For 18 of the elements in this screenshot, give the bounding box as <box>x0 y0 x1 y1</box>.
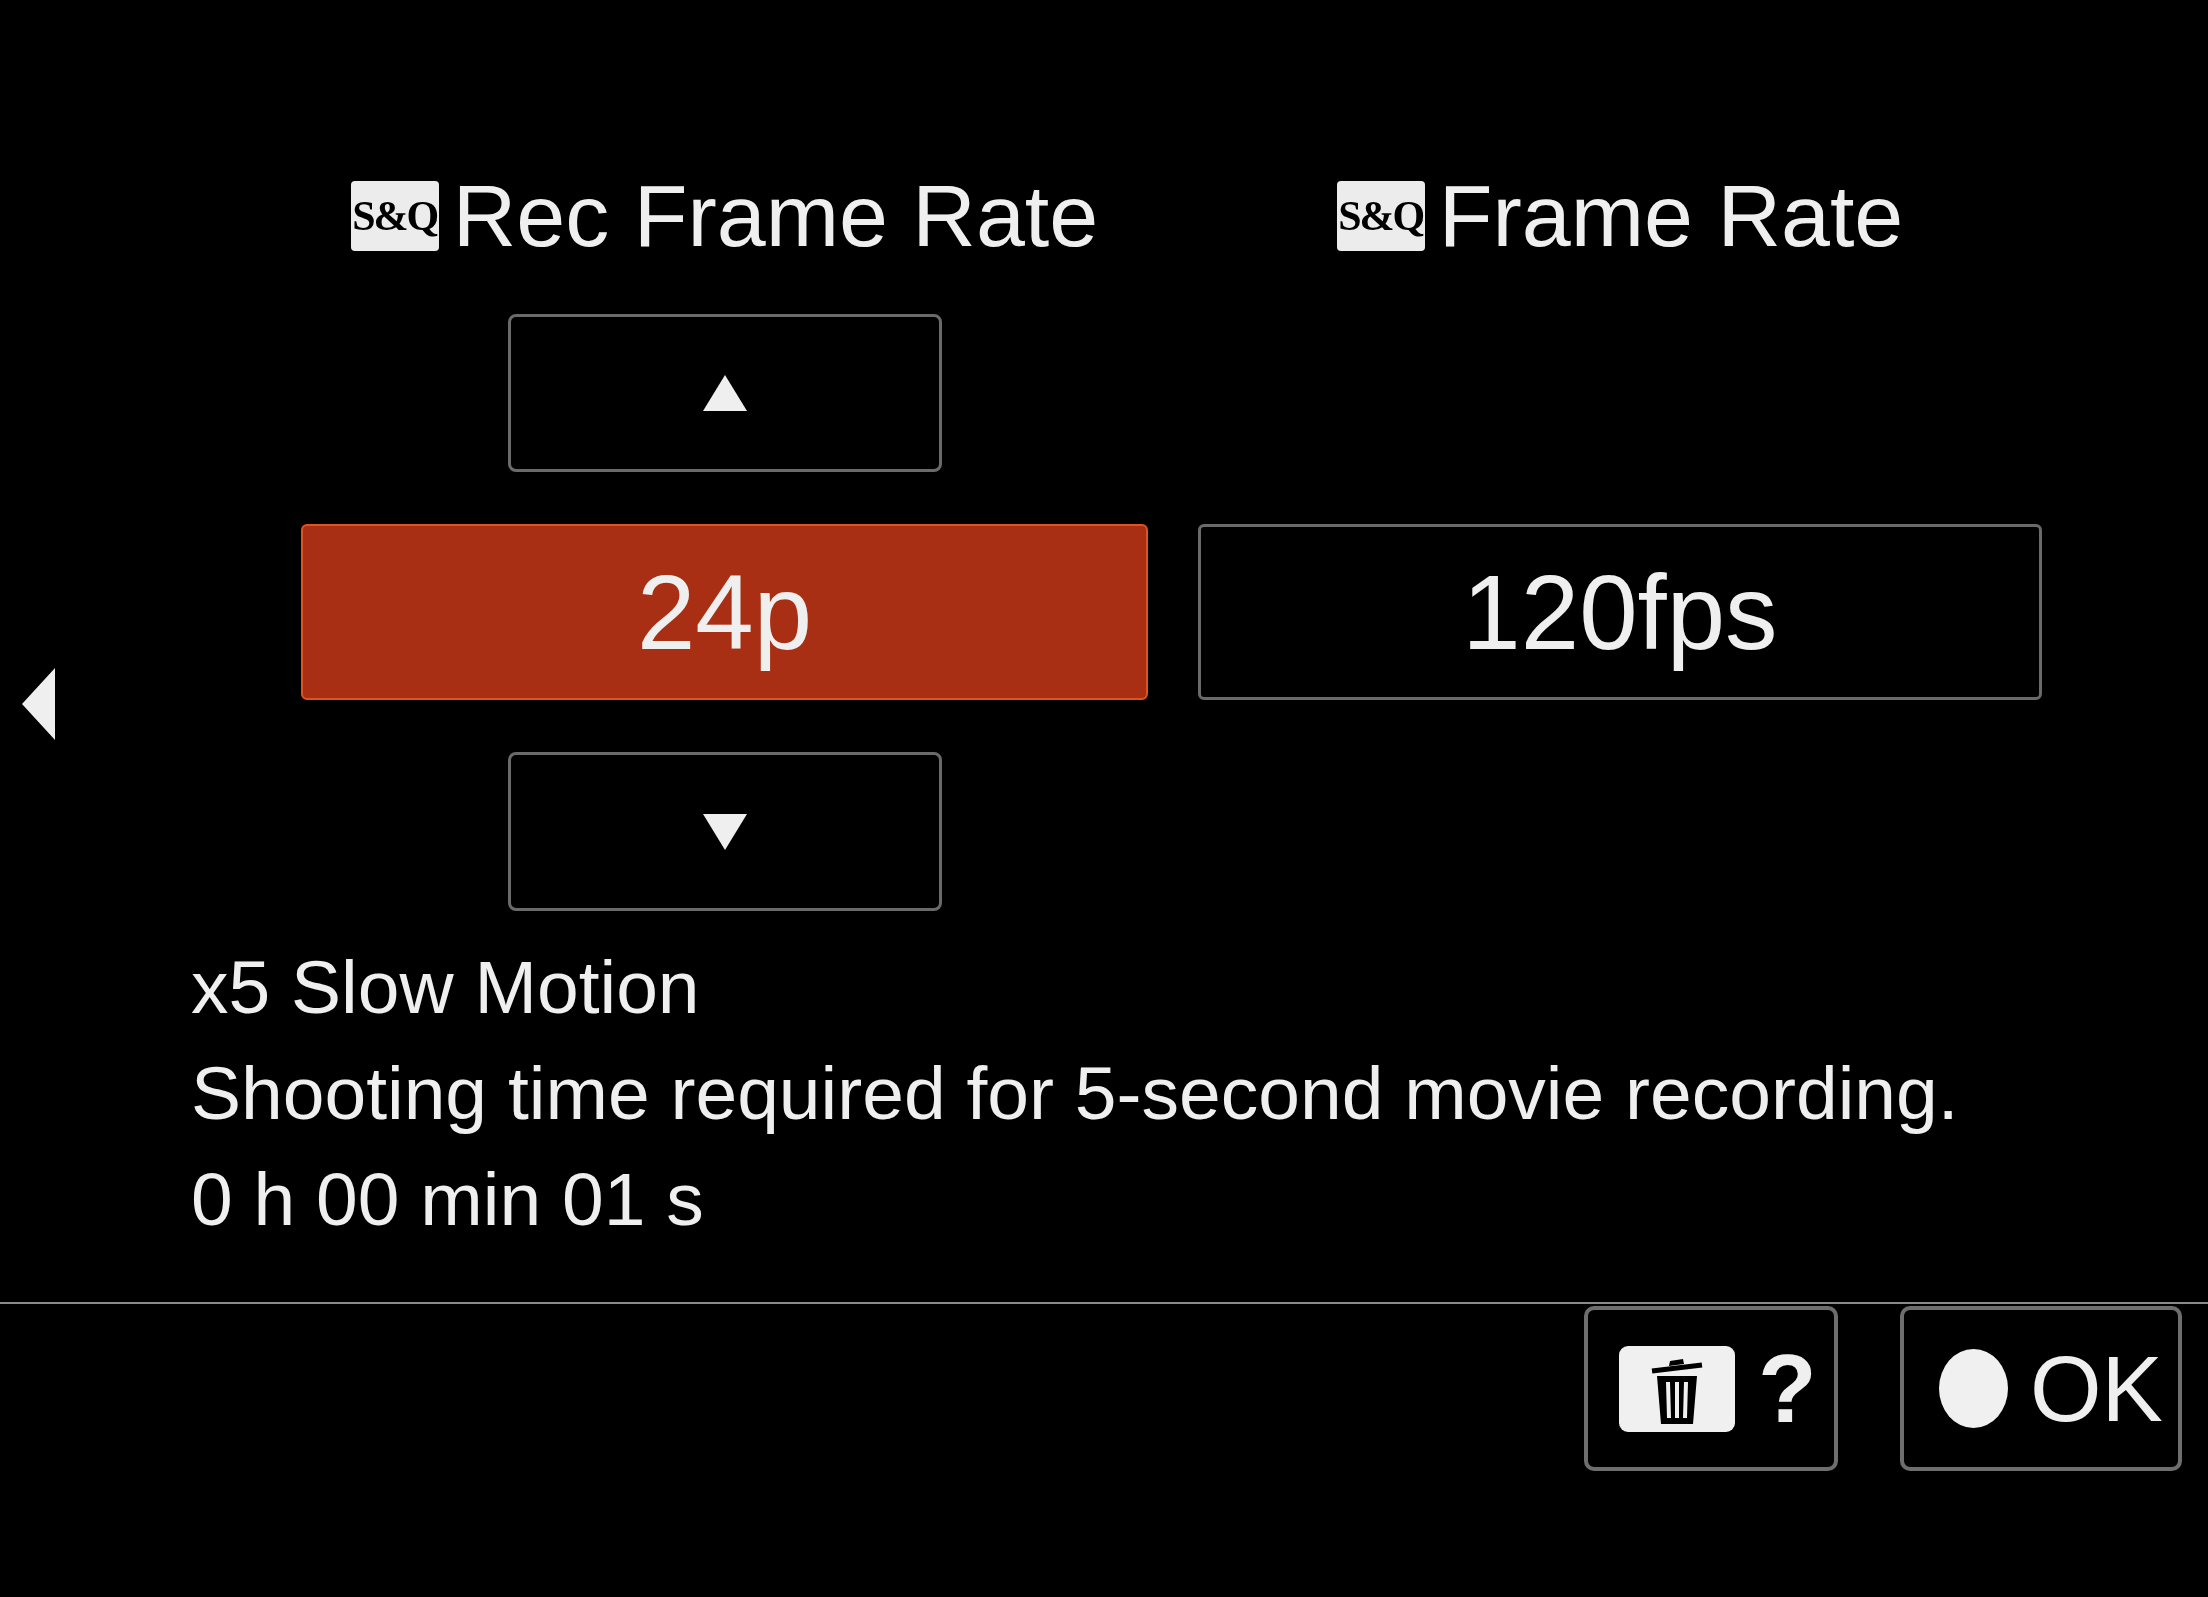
column-title: Rec Frame Rate <box>452 172 1099 260</box>
mode-text: x5 Slow Motion <box>191 944 700 1031</box>
duration-text: 0 h 00 min 01 s <box>191 1156 704 1243</box>
column-title: Frame Rate <box>1438 172 1904 260</box>
help-button[interactable]: ? <box>1584 1306 1838 1471</box>
ok-button[interactable]: OK <box>1900 1306 2182 1471</box>
down-triangle-icon <box>702 813 747 850</box>
value-selector[interactable]: 24p <box>301 524 1148 700</box>
mode-badge: S&Q <box>350 181 439 251</box>
down-button[interactable] <box>507 752 942 911</box>
up-button[interactable] <box>507 314 942 472</box>
value-selector[interactable]: 120fps <box>1198 524 2042 700</box>
left-triangle-icon <box>22 668 55 740</box>
trash-icon <box>1619 1345 1735 1432</box>
description-text: Shooting time required for 5-second movie recording. <box>191 1050 1959 1137</box>
up-triangle-icon <box>702 375 747 411</box>
mode-badge: S&Q <box>1336 181 1425 251</box>
dot-icon <box>1939 1349 2008 1428</box>
